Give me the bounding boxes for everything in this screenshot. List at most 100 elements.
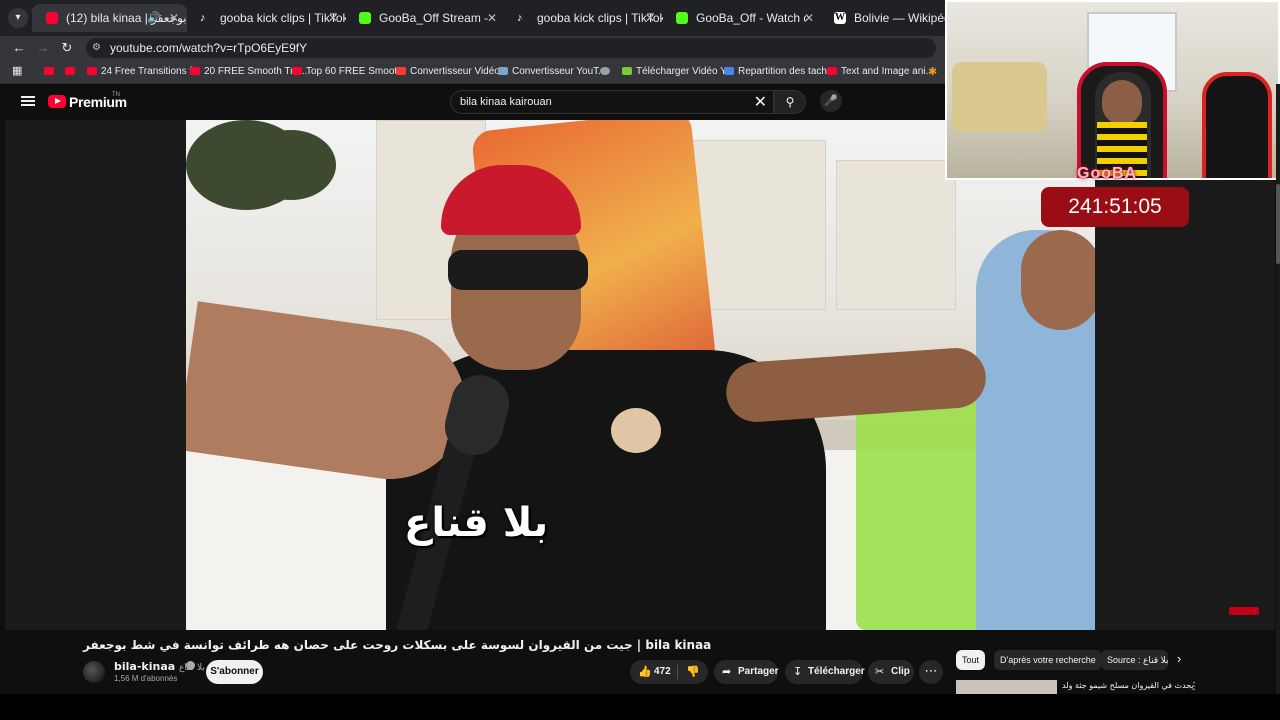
bookmark-globe[interactable] xyxy=(600,60,614,84)
scrollbar-thumb[interactable] xyxy=(1276,184,1280,264)
youtube-favicon-icon xyxy=(44,67,54,75)
z-logo-icon xyxy=(396,67,406,75)
youtube-favicon-icon xyxy=(292,67,302,75)
video-title: جيت من القيروان لسوسة على بسكلات روحت عل… xyxy=(83,638,712,652)
tab-tiktok-2[interactable]: ♪ gooba kick clips | TikTok(+99) ✕ xyxy=(503,4,663,32)
site-info-icon[interactable]: ⚙ xyxy=(92,42,101,53)
bookmark-youtube-2[interactable] xyxy=(65,60,79,84)
clip-button[interactable]: ✂ Clip xyxy=(868,660,914,684)
download-icon: ↧ xyxy=(793,666,803,678)
tab-wikipedia[interactable]: W Bolivie — Wikipédia xyxy=(820,4,945,32)
docs-icon xyxy=(724,67,734,75)
clear-search-icon[interactable]: ✕ xyxy=(754,92,767,112)
bookmark-label: Text and Image ani... xyxy=(841,66,934,77)
video-woman-head xyxy=(1021,230,1095,330)
youtube-logo-icon[interactable] xyxy=(48,95,66,108)
extension-icon[interactable]: ✱ xyxy=(928,65,937,78)
bookmark-text-image[interactable]: Text and Image ani... xyxy=(827,60,934,84)
close-tab-icon[interactable]: ✕ xyxy=(487,4,497,32)
thumbs-up-icon[interactable]: 👍 xyxy=(638,660,652,684)
youtube-favicon-icon xyxy=(65,67,75,75)
tab-kick-clips[interactable]: GooBa_Off - Watch clips on Kick ✕ xyxy=(662,4,822,32)
chip-all[interactable]: Tout xyxy=(956,650,986,670)
tab-label: GooBa_Off - Watch clips on Kick xyxy=(696,11,806,25)
address-bar[interactable]: ⚙ youtube.com/watch?v=rTpO6EyE9fY xyxy=(86,38,936,58)
tiktok-favicon-icon: ♪ xyxy=(517,12,523,24)
speaker-icon[interactable]: 🔊 xyxy=(147,4,161,32)
like-dislike-group: 👍 472 👎 xyxy=(630,660,708,684)
youtube-header: Premium TN bila kinaa kairouan ✕ ⚲ 🎤 xyxy=(0,84,945,120)
video-shirt-logo xyxy=(611,408,661,453)
search-input[interactable]: bila kinaa kairouan ✕ xyxy=(450,90,774,114)
more-actions-icon[interactable]: ⋯ xyxy=(919,660,943,684)
bookmark-convertisseur-video[interactable]: Convertisseur Vidéo... xyxy=(396,60,508,84)
recommendation-thumbnail[interactable] xyxy=(956,680,1057,694)
streamer-webcam xyxy=(945,0,1280,180)
webcam-streamer-face xyxy=(1102,80,1142,125)
share-button[interactable]: ➦ Partager xyxy=(714,660,779,684)
thumbs-down-icon[interactable]: 👎 xyxy=(686,660,700,684)
forward-arrow-icon[interactable]: → xyxy=(34,39,52,57)
youtube-favicon-icon xyxy=(46,12,58,24)
video-frame[interactable]: بلا قناع xyxy=(186,120,1095,630)
recommendation-title[interactable]: يحدث في القيروان مسلح شيمو جثة ولد xyxy=(1062,681,1194,690)
bookmark-label: Top 60 FREE Smoot... xyxy=(306,66,406,77)
close-tab-icon[interactable]: ✕ xyxy=(169,4,179,32)
globe-icon xyxy=(600,67,610,75)
youtube-favicon-icon xyxy=(827,67,837,75)
bookmark-top-60[interactable]: Top 60 FREE Smoot... xyxy=(292,60,406,84)
tab-tiktok-1[interactable]: ♪ gooba kick clips | TikTok(+99) ✕ xyxy=(186,4,346,32)
youtube-favicon-icon xyxy=(190,67,200,75)
share-label: Partager xyxy=(738,666,779,677)
verified-icon xyxy=(186,661,195,670)
bookmark-convertisseur-youtube[interactable]: Convertisseur YouT... xyxy=(498,60,607,84)
channel-avatar[interactable] xyxy=(83,661,105,683)
search-button[interactable]: ⚲ xyxy=(774,90,806,114)
clip-label: Clip xyxy=(891,666,910,677)
share-icon: ➦ xyxy=(722,666,732,678)
download-button[interactable]: ↧ Télécharger xyxy=(785,660,865,684)
wikipedia-favicon-icon: W xyxy=(834,12,846,24)
bookmark-telecharger[interactable]: Télécharger Vidéo Y... xyxy=(622,60,734,84)
subscribe-button[interactable]: S'abonner xyxy=(206,660,263,684)
bookmark-label: Convertisseur Vidéo... xyxy=(410,66,509,77)
tab-label: Bolivie — Wikipédia xyxy=(854,11,945,25)
youtube-watermark-icon[interactable] xyxy=(1229,607,1259,615)
streamer-tag: GooBA xyxy=(1077,165,1138,182)
like-count[interactable]: 472 xyxy=(654,660,671,684)
bookmark-smooth-transitions[interactable]: 20 FREE Smooth Tra... xyxy=(190,60,307,84)
bookmark-youtube-1[interactable] xyxy=(44,60,58,84)
back-arrow-icon[interactable]: ← xyxy=(10,39,28,57)
close-tab-icon[interactable]: ✕ xyxy=(645,4,655,32)
tab-youtube-active[interactable]: (12) bila kinaa | بلا قناع شط بوجعفر 🔊 ✕ xyxy=(32,4,187,32)
video-building xyxy=(836,160,956,310)
close-tab-icon[interactable]: ✕ xyxy=(804,4,814,32)
page-scrollbar[interactable] xyxy=(1276,84,1280,694)
recommendation-chips: Tout D'après votre recherche Source : بل… xyxy=(956,648,1196,672)
subscriber-count: 1,56 M d'abonnés xyxy=(114,674,178,683)
bookmark-repartition[interactable]: Repartition des tach... xyxy=(724,60,835,84)
search-icon: ⚲ xyxy=(785,95,795,109)
bookmark-label: Télécharger Vidéo Y... xyxy=(636,66,734,77)
chip-search-based[interactable]: D'après votre recherche xyxy=(994,650,1102,670)
kick-favicon-icon xyxy=(676,12,688,24)
recommendation-menu-icon[interactable]: ⋮ xyxy=(1189,681,1199,692)
apps-grid-icon[interactable]: ▦ xyxy=(12,65,24,77)
bottom-bar xyxy=(0,694,1280,720)
download-icon xyxy=(622,67,632,75)
url-text: youtube.com/watch?v=rTpO6EyE9fY xyxy=(110,41,308,55)
search-query: bila kinaa kairouan xyxy=(460,96,552,108)
stream-timer: 241:51:05 xyxy=(1041,187,1189,227)
bookmark-label: 24 Free Transitions f... xyxy=(101,66,201,77)
chip-source[interactable]: Source : بلا قناع xyxy=(1101,650,1168,670)
tab-kick-stream[interactable]: GooBa_Off Stream - Watch Live ✕ xyxy=(345,4,505,32)
reload-icon[interactable]: ↻ xyxy=(58,39,76,57)
menu-icon[interactable] xyxy=(21,96,35,106)
bookmark-transitions[interactable]: 24 Free Transitions f... xyxy=(87,60,201,84)
close-tab-icon[interactable]: ✕ xyxy=(328,4,338,32)
youtube-favicon-icon xyxy=(87,67,97,75)
voice-search-button[interactable]: 🎤 xyxy=(820,90,842,112)
tab-search-icon[interactable]: ▾ xyxy=(8,8,28,28)
scissors-icon: ✂ xyxy=(875,666,885,678)
chevron-right-icon[interactable]: › xyxy=(1177,651,1181,666)
